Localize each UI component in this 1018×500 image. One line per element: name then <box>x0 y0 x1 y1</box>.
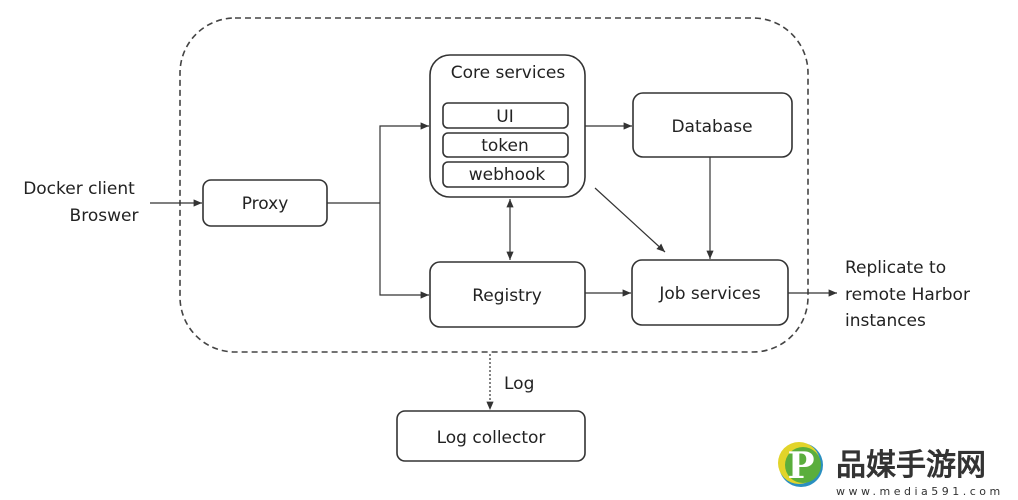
log-collector-node: Log collector <box>396 410 586 462</box>
replicate-label-line2: remote Harbor <box>845 285 970 305</box>
log-collector-label: Log collector <box>437 428 546 448</box>
replicate-label-line1: Replicate to <box>845 258 946 278</box>
proxy-to-core-arrow <box>379 122 429 203</box>
database-label: Database <box>671 117 752 137</box>
token-label: token <box>481 136 529 156</box>
job-services-label: Job services <box>658 284 761 304</box>
log-label: Log <box>504 374 534 394</box>
database-node: Database <box>632 92 793 158</box>
proxy-node: Proxy <box>202 179 328 227</box>
proxy-label: Proxy <box>242 194 289 214</box>
watermark-logo: P 品媒手游网 www.media591.com <box>778 442 1004 498</box>
watermark-logo-letter: P <box>787 445 814 487</box>
client-label-line1: Docker client <box>23 179 135 199</box>
core-to-job-arrow <box>594 187 666 253</box>
core-services-node: Core services UI token webhook <box>429 54 586 198</box>
replicate-label-line3: instances <box>845 311 926 331</box>
webhook-label: webhook <box>469 165 546 185</box>
registry-label: Registry <box>472 286 542 306</box>
harbor-architecture-diagram: Docker client Broswer Proxy Core service… <box>23 17 1004 498</box>
job-services-node: Job services <box>631 259 789 326</box>
client-label-line2: Broswer <box>70 206 139 226</box>
core-services-title: Core services <box>451 63 566 83</box>
watermark-url: www.media591.com <box>836 485 1004 498</box>
watermark-name: 品媒手游网 <box>836 448 986 483</box>
registry-node: Registry <box>429 261 586 328</box>
ui-label: UI <box>496 107 513 127</box>
proxy-to-registry-arrow <box>379 203 429 299</box>
